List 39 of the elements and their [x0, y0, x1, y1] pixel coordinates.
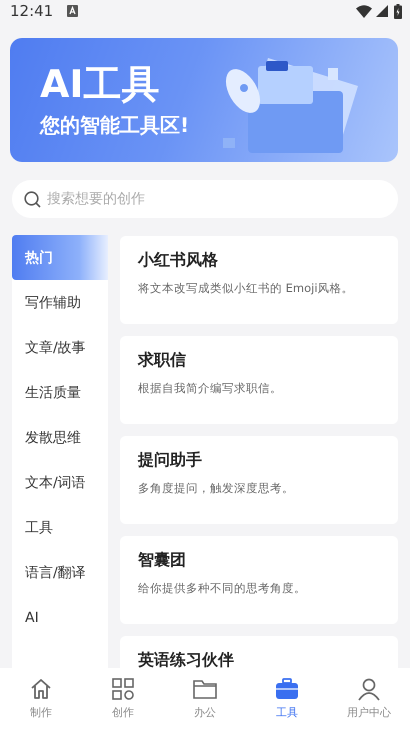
tool-description: 根据自我简介编写求职信。	[138, 381, 283, 396]
tool-description: 多角度提问，触发深度思考。	[138, 481, 295, 496]
tool-card[interactable]: 求职信 根据自我简介编写求职信。	[120, 336, 398, 424]
tool-title: 英语练习伙伴	[138, 650, 235, 668]
tool-title: 求职信	[138, 350, 187, 371]
tool-card[interactable]: 提问助手 多角度提问，触发深度思考。	[120, 436, 398, 524]
nav-tab[interactable]: 创作	[82, 676, 164, 735]
category-item[interactable]: 文章/故事	[12, 325, 108, 370]
category-item[interactable]: 写作辅助	[12, 280, 108, 325]
user-icon	[356, 676, 382, 702]
tool-card[interactable]: 英语练习伙伴	[120, 636, 398, 668]
briefcase-icon	[274, 676, 300, 702]
battery-icon	[394, 4, 402, 18]
category-item[interactable]: 生活质量	[12, 370, 108, 415]
tool-description: 将文本改写成类似小红书的 Emoji风格。	[138, 281, 355, 296]
nav-tab[interactable]: 制作	[0, 676, 82, 735]
nav-tab[interactable]: 工具	[246, 676, 328, 735]
search-field[interactable]: 搜索想要的创作	[12, 180, 398, 218]
tool-card[interactable]: 小红书风格 将文本改写成类似小红书的 Emoji风格。	[120, 236, 398, 324]
search-icon	[24, 190, 41, 208]
category-item[interactable]: 工具	[12, 505, 108, 550]
banner-subtitle: 您的智能工具区!	[40, 112, 190, 138]
notification-icon	[67, 5, 78, 17]
grid-icon	[110, 676, 136, 702]
nav-tab[interactable]: 办公	[164, 676, 246, 735]
category-item[interactable]: AI	[12, 595, 108, 640]
tool-description: 给你提供多种不同的思考角度。	[138, 581, 307, 596]
tool-title: 小红书风格	[138, 250, 219, 271]
category-item[interactable]: 语言/翻译	[12, 550, 108, 595]
category-item[interactable]: 发散思维	[12, 415, 108, 460]
tool-title: 提问助手	[138, 450, 203, 471]
signal-icon	[376, 5, 388, 17]
category-item[interactable]: 文本/词语	[12, 460, 108, 505]
tool-card[interactable]: 智囊团 给你提供多种不同的思考角度。	[120, 536, 398, 624]
wifi-icon	[356, 4, 372, 18]
banner-title: AI工具	[40, 62, 161, 106]
nav-tab[interactable]: 用户中心	[328, 676, 410, 735]
status-time: 12:41	[10, 2, 54, 20]
tool-title: 智囊团	[138, 550, 187, 571]
